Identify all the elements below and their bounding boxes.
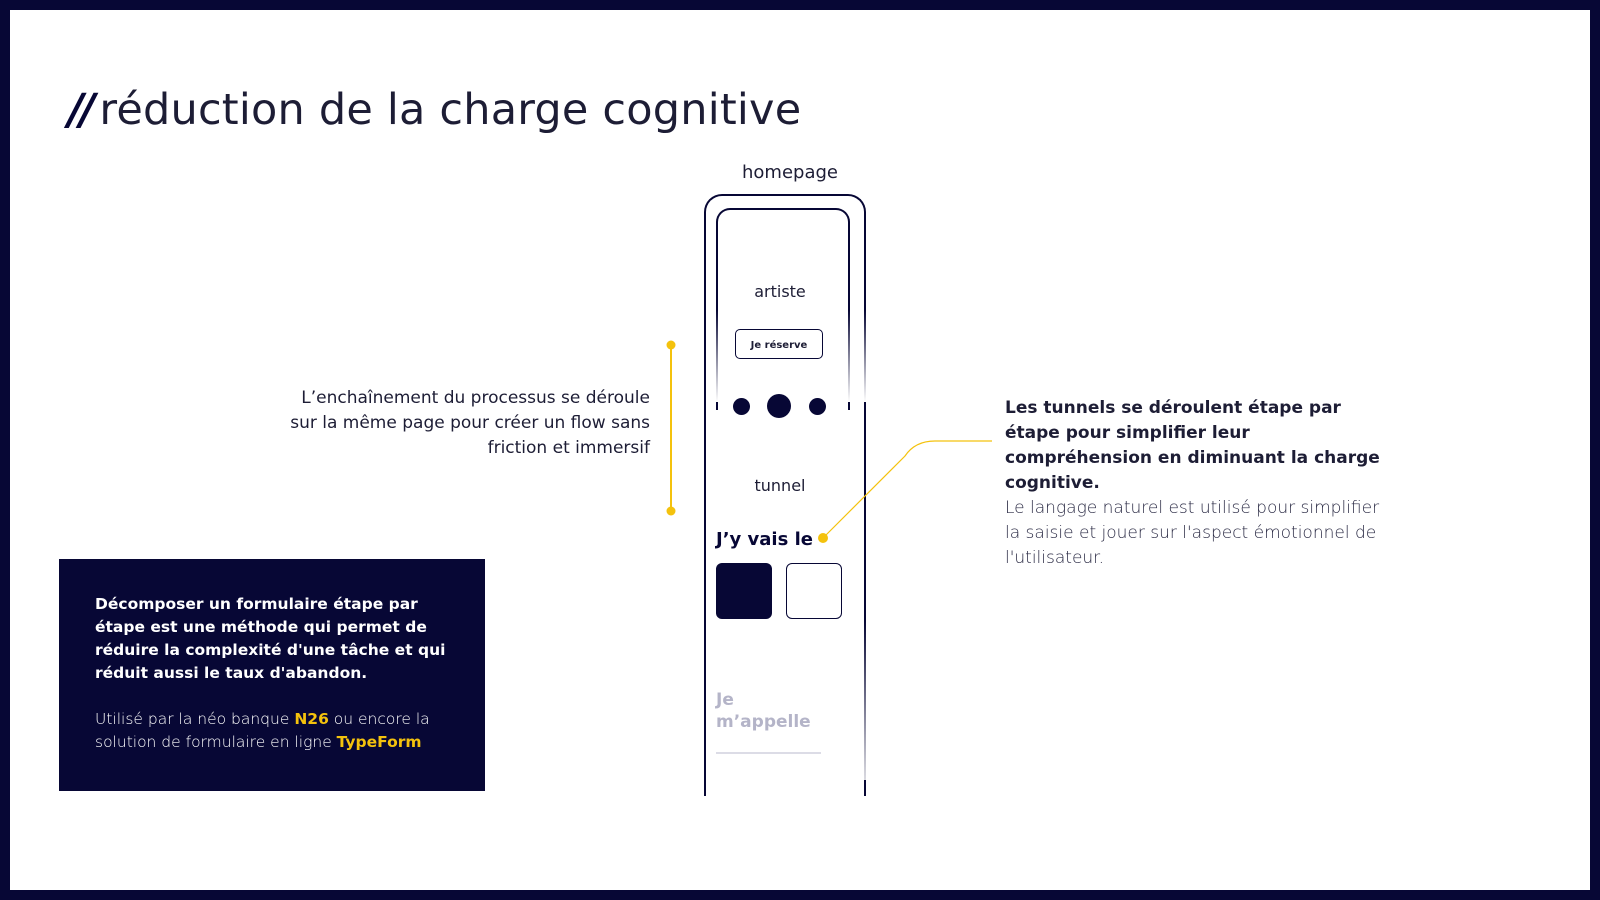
right-annotation-normal: Le langage naturel est utilisé pour simp… (1005, 498, 1380, 568)
right-annotation-bold: Les tunnels se déroulent étape par étape… (1005, 398, 1380, 493)
info-box: Décomposer un formulaire étape par étape… (59, 559, 485, 791)
info-text-1: Utilisé par la néo banque (95, 710, 295, 728)
tunnel-callout-dot (818, 533, 828, 543)
bracket-bottom-dot (666, 506, 676, 516)
left-annotation: L’enchaînement du processus se déroule s… (290, 388, 650, 458)
highlight-typeform: TypeForm (336, 733, 422, 751)
info-paragraph-2: Utilisé par la néo banque N26 ou encore … (95, 708, 455, 754)
slide: //réduction de la charge cognitive homep… (10, 10, 1590, 890)
highlight-n26: N26 (294, 710, 329, 728)
bracket-top-dot (666, 340, 676, 350)
tunnel-callout-line (822, 440, 992, 539)
info-paragraph-1: Décomposer un formulaire étape par étape… (95, 595, 446, 682)
right-annotation: Les tunnels se déroulent étape par étape… (1005, 396, 1395, 571)
